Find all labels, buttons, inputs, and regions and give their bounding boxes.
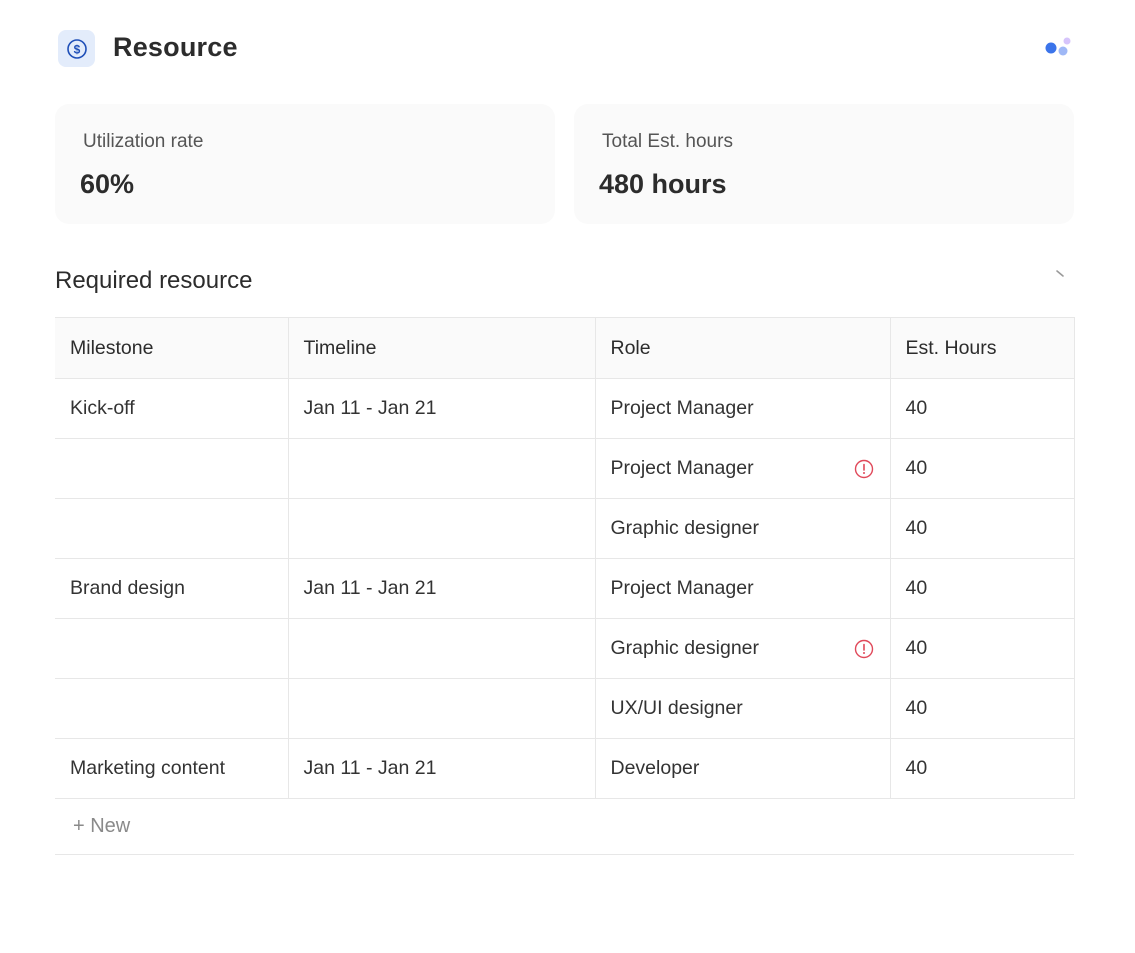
column-header-milestone[interactable]: Milestone (55, 317, 289, 379)
add-new-button[interactable]: + New (73, 815, 130, 838)
timeline-cell[interactable]: Jan 11 - Jan 21 (287, 738, 596, 799)
page-header: $ Resource (58, 30, 1073, 67)
role-label: Project Manager (610, 397, 754, 419)
stats-row: Utilization rate 60% Total Est. hours 48… (55, 104, 1074, 224)
timeline-cell[interactable]: Jan 11 - Jan 21 (287, 558, 596, 619)
hours-cell[interactable]: 40 (889, 558, 1075, 619)
role-label: UX/UI designer (610, 697, 743, 719)
stat-value: 480 hours (599, 169, 727, 199)
hours-cell[interactable]: 40 (889, 498, 1075, 559)
dots-icon[interactable] (1043, 36, 1073, 60)
section-title: Required resource (55, 267, 253, 294)
role-label: Developer (610, 757, 700, 779)
timeline-cell[interactable] (287, 618, 596, 679)
role-label: Graphic designer (610, 517, 760, 539)
column-header-est-hours[interactable]: Est. Hours (889, 317, 1075, 379)
stat-label: Utilization rate (83, 131, 204, 152)
role-cell[interactable]: Project Manager (594, 378, 891, 439)
stat-card-total-hours: Total Est. hours 480 hours (574, 104, 1074, 224)
role-cell[interactable]: UX/UI designer (594, 678, 891, 739)
table-row[interactable]: Graphic designer 40 (55, 618, 1075, 679)
timeline-cell[interactable] (287, 498, 596, 559)
table-row[interactable]: Marketing content Jan 11 - Jan 21 Develo… (55, 738, 1075, 799)
table-row[interactable]: Graphic designer 40 (55, 498, 1075, 559)
collapse-icon[interactable] (1052, 266, 1068, 282)
milestone-cell[interactable]: Marketing content (55, 738, 289, 799)
milestone-cell[interactable] (55, 618, 289, 679)
hours-cell[interactable]: 40 (889, 378, 1075, 439)
svg-text:$: $ (73, 42, 80, 56)
hours-cell[interactable]: 40 (889, 438, 1075, 499)
role-cell[interactable]: Project Manager (594, 438, 891, 499)
new-row: + New (55, 799, 1074, 855)
table-row[interactable]: Kick-off Jan 11 - Jan 21 Project Manager… (55, 378, 1075, 439)
role-cell[interactable]: Project Manager (594, 558, 891, 619)
milestone-cell[interactable] (55, 438, 289, 499)
alert-icon[interactable] (854, 639, 874, 659)
resource-table: Milestone Timeline Role Est. Hours Kick-… (55, 317, 1075, 855)
milestone-cell[interactable]: Brand design (55, 558, 289, 619)
stat-label: Total Est. hours (602, 131, 733, 152)
milestone-cell[interactable] (55, 498, 289, 559)
timeline-cell[interactable] (287, 438, 596, 499)
role-label: Project Manager (610, 577, 754, 599)
hours-cell[interactable]: 40 (889, 678, 1075, 739)
column-header-role[interactable]: Role (594, 317, 891, 379)
hours-cell[interactable]: 40 (889, 738, 1075, 799)
page-title: Resource (113, 32, 238, 62)
role-cell[interactable]: Graphic designer (594, 498, 891, 559)
stat-card-utilization: Utilization rate 60% (55, 104, 555, 224)
dollar-circle-icon: $ (58, 30, 95, 67)
table-row[interactable]: Project Manager 40 (55, 438, 1075, 499)
milestone-cell[interactable] (55, 678, 289, 739)
role-label: Project Manager (610, 457, 754, 479)
hours-cell[interactable]: 40 (889, 618, 1075, 679)
stat-value: 60% (80, 169, 135, 199)
table-row[interactable]: UX/UI designer 40 (55, 678, 1075, 739)
timeline-cell[interactable] (287, 678, 596, 739)
role-cell[interactable]: Developer (594, 738, 891, 799)
table-header-row: Milestone Timeline Role Est. Hours (55, 317, 1075, 379)
alert-icon[interactable] (854, 459, 874, 479)
table-row[interactable]: Brand design Jan 11 - Jan 21 Project Man… (55, 558, 1075, 619)
timeline-cell[interactable]: Jan 11 - Jan 21 (287, 378, 596, 439)
role-label: Graphic designer (610, 637, 760, 659)
milestone-cell[interactable]: Kick-off (55, 378, 289, 439)
role-cell[interactable]: Graphic designer (594, 618, 891, 679)
column-header-timeline[interactable]: Timeline (287, 317, 596, 379)
